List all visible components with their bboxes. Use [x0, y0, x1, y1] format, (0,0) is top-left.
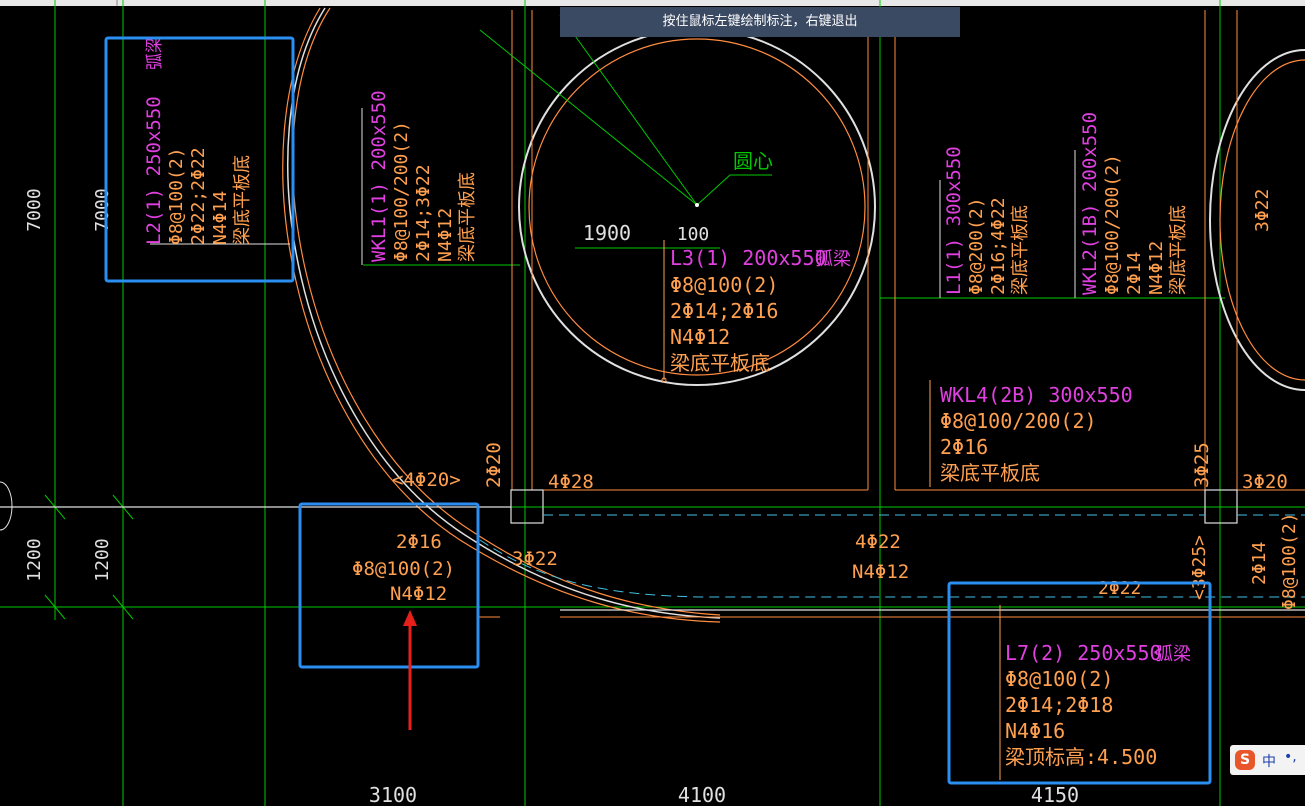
center-point	[695, 203, 699, 207]
l1-stirrup: Φ8@200(2)	[966, 197, 987, 295]
circle-center-label: 圆心	[733, 149, 773, 173]
dim-left-1200-b: 1200	[92, 538, 113, 581]
l7-stirrup: Φ8@100(2)	[1005, 667, 1113, 691]
wkl2-note: 梁底平板底	[1168, 205, 1189, 295]
beam-label-l1: L1(1) 300x550 Φ8@200(2) 2Φ16;4Φ22 梁底平板底	[943, 146, 1031, 295]
l7-side: N4Φ16	[1005, 719, 1065, 743]
annot-phi8-100-2: Φ8@100(2)	[352, 558, 455, 580]
l3-side: N4Φ12	[670, 325, 730, 349]
annot-2phi22: 2Φ22	[1098, 578, 1141, 599]
ime-language-toggle[interactable]: 中	[1262, 751, 1276, 771]
dim-left-7000-b: 7000	[92, 188, 113, 231]
red-arrow	[403, 610, 417, 730]
l2-name: L2(1) 250x550	[143, 96, 165, 245]
l2-note: 梁底平板底	[232, 155, 253, 245]
annot-4phi22: 4Φ22	[855, 531, 901, 553]
annot-2phi14: 2Φ14	[1249, 542, 1270, 585]
ime-status-bar[interactable]: S 中 •,	[1230, 745, 1305, 775]
wkl4-bars: 2Φ16	[940, 435, 988, 459]
l7-bars: 2Φ14;2Φ18	[1005, 693, 1113, 717]
annot-3phi20: 3Φ20	[1242, 471, 1288, 493]
l7-tag: 弧梁	[1155, 644, 1191, 665]
l2-stirrup: Φ8@100(2)	[166, 147, 187, 245]
dim-bottom-3100: 3100	[369, 783, 417, 806]
command-tooltip: 按住鼠标左键绘制标注，右键退出	[560, 7, 960, 37]
l1-note: 梁底平板底	[1010, 205, 1031, 295]
dim-left-1200-a: 1200	[24, 538, 45, 581]
highlight-box-midspan	[298, 502, 480, 669]
beam-label-l2: L2(1) 250x550 弧梁 Φ8@100(2) 2Φ22;2Φ22 N4Φ…	[143, 36, 253, 245]
annot-2phi16: 2Φ16	[396, 531, 442, 553]
beam-label-l7: L7(2) 250x550 弧梁 Φ8@100(2) 2Φ14;2Φ18 N4Φ…	[1005, 641, 1191, 769]
annot-4phi20: <4Φ20>	[392, 469, 461, 491]
l2-tag: 弧梁	[145, 36, 165, 70]
l3-name: L3(1) 200x550	[670, 246, 827, 270]
beam-label-wkl4: WKL4(2B) 300x550 Φ8@100/200(2) 2Φ16 梁底平板…	[940, 383, 1133, 485]
wkl2-stirrup: Φ8@100/200(2)	[1102, 154, 1123, 295]
wkl2-bars: 2Φ14	[1124, 252, 1145, 295]
l3-bars: 2Φ14;2Φ16	[670, 299, 778, 323]
dim-1900: 1900	[583, 221, 631, 245]
l7-name: L7(2) 250x550	[1005, 641, 1162, 665]
wkl1-name: WKL1(1) 200x550	[368, 90, 390, 262]
beam-label-wkl2: WKL2(1B) 200x550 Φ8@100/200(2) 2Φ14 N4Φ1…	[1079, 112, 1189, 295]
beam-label-l3: L3(1) 200x550 弧梁 Φ8@100(2) 2Φ14;2Φ16 N4Φ…	[670, 246, 851, 375]
annot-n4phi12-b: N4Φ12	[852, 561, 909, 583]
wkl4-name: WKL4(2B) 300x550	[940, 383, 1133, 407]
annot-2phi20: 2Φ20	[483, 442, 505, 488]
l2-bars: 2Φ22;2Φ22	[188, 147, 209, 245]
wkl1-note: 梁底平板底	[457, 172, 478, 262]
dim-bottom-4150: 4150	[1031, 783, 1079, 806]
axis-bubble	[0, 481, 13, 531]
arc-beam	[282, 7, 721, 623]
cad-drawing-canvas[interactable]: 7000 7000 1200 1200 3100 4100 4150 1900 …	[0, 0, 1305, 806]
annot-phi8-100-2-r: Φ8@100(2)	[1279, 512, 1300, 610]
wkl1-stirrup: Φ8@100/200(2)	[391, 121, 412, 262]
top-window-edge	[0, 0, 1305, 6]
wkl2-name: WKL2(1B) 200x550	[1079, 112, 1101, 295]
dim-100: 100	[677, 224, 710, 245]
l3-tag: 弧梁	[815, 249, 851, 270]
wkl4-stirrup: Φ8@100/200(2)	[940, 409, 1097, 433]
beam-outlines	[478, 10, 1305, 618]
l3-stirrup: Φ8@100(2)	[670, 273, 778, 297]
annot-3phi22-top: 3Φ22	[1252, 189, 1273, 232]
ime-punctuation-toggle[interactable]: •,	[1284, 749, 1297, 765]
annot-3phi22: 3Φ22	[512, 548, 558, 570]
wkl2-side: N4Φ12	[1146, 241, 1167, 295]
l7-note: 梁顶标高:4.500	[1005, 745, 1157, 769]
annot-3phi25-v: 3Φ25	[1191, 442, 1213, 488]
annot-3phi25-b: <3Φ25>	[1189, 535, 1210, 600]
annot-n4phi12: N4Φ12	[390, 583, 447, 605]
dim-bottom-4100: 4100	[678, 783, 726, 806]
l1-bars: 2Φ16;4Φ22	[988, 197, 1009, 295]
l1-name: L1(1) 300x550	[943, 146, 965, 295]
dim-left-7000-a: 7000	[24, 188, 45, 231]
wkl1-side: N4Φ12	[435, 208, 456, 262]
beam-label-wkl1: WKL1(1) 200x550 Φ8@100/200(2) 2Φ14;3Φ22 …	[368, 90, 478, 262]
wkl1-bars: 2Φ14;3Φ22	[413, 164, 434, 262]
l2-side: N4Φ14	[210, 191, 231, 245]
dashed-beam-lines	[479, 514, 1305, 598]
annot-4phi28: 4Φ28	[548, 471, 594, 493]
l3-note: 梁底平板底	[670, 351, 770, 375]
wkl4-note: 梁底平板底	[940, 461, 1040, 485]
sogou-logo-icon[interactable]: S	[1235, 750, 1255, 770]
